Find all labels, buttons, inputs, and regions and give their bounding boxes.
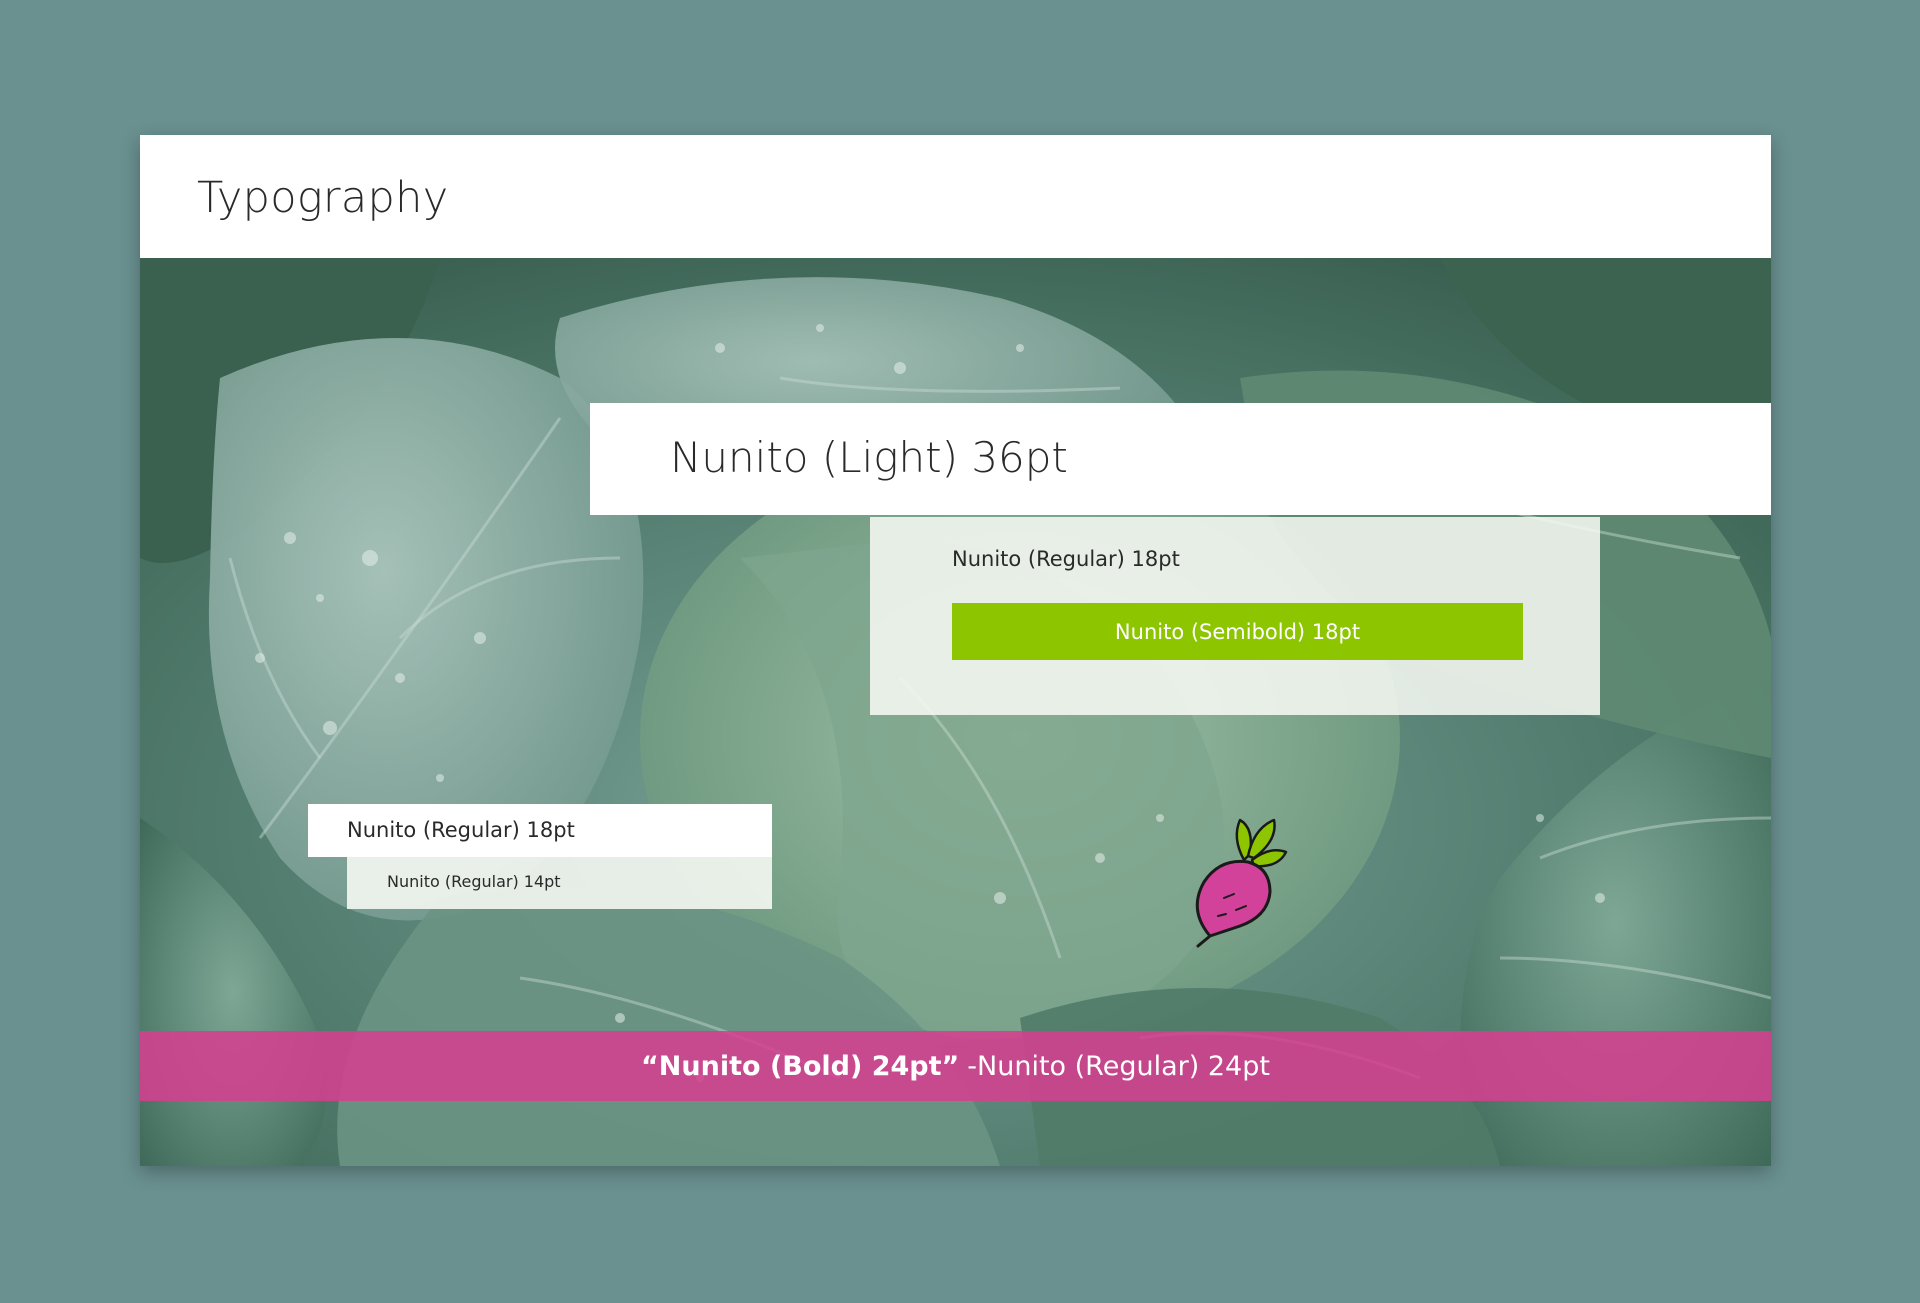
typography-slide: Typography Nunito (Light) 36pt Nunito (R… <box>140 135 1771 1166</box>
slide-title: Typography <box>197 173 449 223</box>
semibold-sample-button[interactable]: Nunito (Semibold) 18pt <box>952 603 1523 660</box>
quote-sample-band: “Nunito (Bold) 24pt” -Nunito (Regular) 2… <box>140 1031 1771 1101</box>
heading-sample-card: Nunito (Light) 36pt <box>590 403 1771 515</box>
quote-regular-text: -Nunito (Regular) 24pt <box>967 1050 1270 1082</box>
small-sample-card: Nunito (Regular) 18pt <box>308 804 772 857</box>
caption-sample-text: Nunito (Regular) 14pt <box>387 872 561 891</box>
slide-header: Typography <box>140 135 1771 258</box>
body-sample-card: Nunito (Regular) 18pt Nunito (Semibold) … <box>870 517 1600 715</box>
small-sample-text: Nunito (Regular) 18pt <box>347 818 575 842</box>
heading-sample-text: Nunito (Light) 36pt <box>670 433 1068 482</box>
beet-icon <box>1174 798 1304 948</box>
caption-sample-card: Nunito (Regular) 14pt <box>347 857 772 909</box>
body-sample-text: Nunito (Regular) 18pt <box>952 547 1180 571</box>
quote-bold-text: “Nunito (Bold) 24pt” <box>641 1050 960 1082</box>
